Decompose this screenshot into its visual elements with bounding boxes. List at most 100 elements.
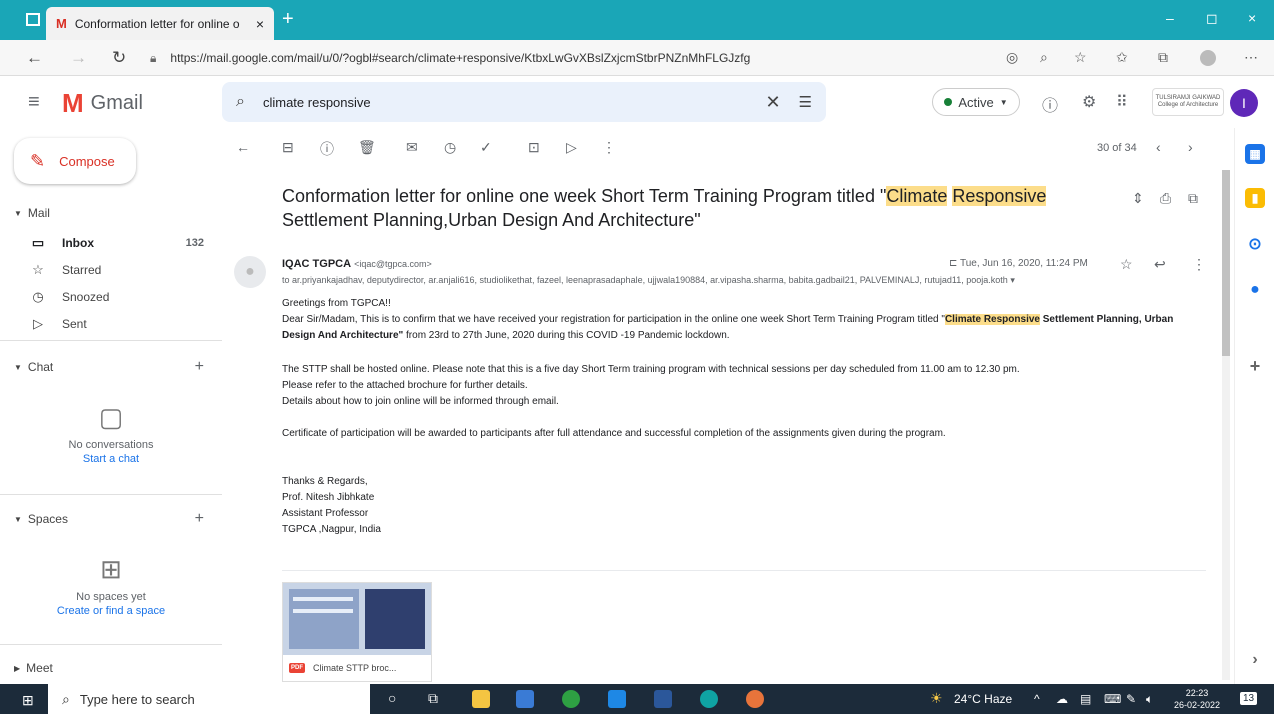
archive-icon[interactable]: ⊟ xyxy=(282,139,294,156)
scrollbar[interactable] xyxy=(1222,170,1230,680)
show-side-panel-icon[interactable]: › xyxy=(1245,650,1265,670)
tab-actions-icon[interactable] xyxy=(26,13,40,26)
calendar-icon[interactable]: ▦ xyxy=(1245,144,1265,164)
spaces-section-header[interactable]: ▼ Spaces + xyxy=(14,510,204,528)
weather-text[interactable]: 24°C Haze xyxy=(954,692,1012,706)
label-icon[interactable]: ▷ xyxy=(566,139,577,156)
snooze-icon[interactable]: ◷ xyxy=(444,139,456,156)
notifications-badge[interactable]: 13 xyxy=(1240,692,1258,705)
search-icon[interactable]: ⌕ xyxy=(236,93,245,111)
url-field[interactable]: 🔒︎ https://mail.google.com/mail/u/0/?ogb… xyxy=(150,46,1010,70)
window-close-icon[interactable]: × xyxy=(1248,10,1256,26)
star-message-icon[interactable]: ☆ xyxy=(1120,256,1133,273)
mail-section-header[interactable]: ▼ Mail xyxy=(14,206,204,220)
move-to-icon[interactable]: ⊡ xyxy=(528,139,540,156)
zoom-icon[interactable]: ⌕ xyxy=(1040,49,1048,66)
recipients-line[interactable]: to ar.priyankajadhav, deputydirector, ar… xyxy=(282,275,1015,286)
search-bar[interactable]: ⌕ climate responsive ✕ ☰ xyxy=(222,82,826,122)
edge-icon[interactable] xyxy=(700,690,718,708)
gmail-logo[interactable]: M Gmail xyxy=(62,88,143,119)
taskbar-search[interactable]: ⌕ Type here to search xyxy=(48,684,370,714)
apps-grid-icon[interactable]: ⠿ xyxy=(1116,92,1128,112)
word-icon[interactable] xyxy=(654,690,672,708)
search-options-icon[interactable]: ☰ xyxy=(799,93,812,111)
signature-line-4: TGPCA ,Nagpur, India xyxy=(282,524,381,535)
delete-icon[interactable]: 🗑︎ xyxy=(358,139,376,156)
browser-tab[interactable]: M Conformation letter for online o × xyxy=(46,7,274,40)
sidebar-item-starred[interactable]: ☆ Starred xyxy=(28,257,204,283)
tab-close-icon[interactable]: × xyxy=(256,16,264,32)
compose-button[interactable]: ✎ Compose xyxy=(14,138,136,184)
minimize-icon[interactable]: – xyxy=(1166,10,1174,26)
print-icon[interactable]: ⎙ xyxy=(1160,190,1171,207)
newer-icon[interactable]: ‹ xyxy=(1156,139,1161,155)
tasks-icon[interactable]: ⊙ xyxy=(1245,234,1265,254)
org-logo: TULSIRAMJI GAIKWAD College of Architectu… xyxy=(1152,88,1224,116)
mark-unread-icon[interactable]: ✉ xyxy=(406,139,418,156)
add-task-icon[interactable]: ✓ xyxy=(480,139,492,156)
read-aloud-icon[interactable]: ◎ xyxy=(1006,49,1018,66)
profile-icon[interactable] xyxy=(1200,50,1216,66)
report-spam-icon[interactable]: ⓘ xyxy=(320,139,334,159)
sender-email: <iqac@tgpca.com> xyxy=(354,259,432,269)
back-icon[interactable]: ← xyxy=(26,48,43,68)
scrollbar-thumb[interactable] xyxy=(1222,170,1230,356)
new-space-icon[interactable]: + xyxy=(195,510,204,528)
sidebar-item-inbox[interactable]: ▭ Inbox 132 xyxy=(28,230,204,256)
pen-icon[interactable]: ✎ xyxy=(1126,692,1136,706)
account-avatar[interactable]: I xyxy=(1230,89,1258,117)
refresh-icon[interactable]: ↻ xyxy=(112,48,126,68)
mail-app-icon[interactable] xyxy=(608,690,626,708)
weather-icon[interactable]: ☀ xyxy=(930,690,943,707)
attachment-label: PDF Climate STTP broc... xyxy=(289,663,396,673)
tray-expand-icon[interactable]: ^ xyxy=(1034,692,1040,706)
contacts-icon[interactable]: ● xyxy=(1245,280,1265,300)
more-icon[interactable]: ⋯ xyxy=(1244,49,1258,66)
favorites-list-icon[interactable]: ✩ xyxy=(1116,49,1128,66)
more-options-icon[interactable]: ⋮ xyxy=(602,139,616,156)
cortana-icon[interactable]: ○ xyxy=(388,690,396,706)
main-menu-icon[interactable]: ≡ xyxy=(28,91,40,114)
restore-icon[interactable]: ◻ xyxy=(1206,10,1218,27)
forward-icon[interactable]: → xyxy=(70,48,87,68)
settings-gear-icon[interactable]: ⚙ xyxy=(1082,92,1096,112)
chrome-icon[interactable] xyxy=(562,690,580,708)
chat-section-header[interactable]: ▼ Chat + xyxy=(14,358,204,376)
reply-icon[interactable]: ↩ xyxy=(1154,256,1166,273)
caret-down-icon: ▼ xyxy=(14,514,22,524)
search-input[interactable]: climate responsive xyxy=(263,95,765,110)
support-icon[interactable]: ⓘ xyxy=(1042,92,1058,116)
clock[interactable]: 22:23 26-02-2022 xyxy=(1174,687,1220,711)
onedrive-icon[interactable]: ☁ xyxy=(1056,692,1068,706)
inbox-icon: ▭ xyxy=(31,235,45,250)
store-icon[interactable] xyxy=(516,690,534,708)
new-chat-icon[interactable]: + xyxy=(195,358,204,376)
open-new-window-icon[interactable]: ⧉ xyxy=(1188,190,1198,207)
task-view-icon[interactable]: ⧉ xyxy=(428,690,438,707)
app-icon[interactable] xyxy=(746,690,764,708)
windows-start-icon[interactable]: ⊞ xyxy=(22,692,34,709)
volume-icon[interactable]: 🔈︎ xyxy=(1146,692,1153,707)
get-addons-icon[interactable]: + xyxy=(1245,356,1265,376)
expand-all-icon[interactable]: ⇕ xyxy=(1132,190,1144,207)
tab-title: Conformation letter for online o xyxy=(74,16,240,31)
meet-section-header[interactable]: ▶ Meet xyxy=(14,661,204,675)
file-explorer-icon[interactable] xyxy=(472,690,490,708)
message-more-icon[interactable]: ⋮ xyxy=(1192,256,1206,273)
keep-icon[interactable]: ▮ xyxy=(1245,188,1265,208)
favorite-icon[interactable]: ☆ xyxy=(1074,49,1087,66)
older-icon[interactable]: › xyxy=(1188,139,1193,155)
clear-search-icon[interactable]: ✕ xyxy=(765,92,780,113)
status-dropdown[interactable]: Active ▼ xyxy=(932,88,1020,116)
network-icon[interactable]: ▤ xyxy=(1080,692,1091,706)
create-space-link[interactable]: Create or find a space xyxy=(0,605,222,617)
start-chat-link[interactable]: Start a chat xyxy=(0,453,222,465)
spaces-label: Spaces xyxy=(27,512,68,526)
back-to-search-icon[interactable]: ← xyxy=(236,139,250,155)
collections-icon[interactable]: ⧉ xyxy=(1158,49,1168,66)
sidebar-item-snoozed[interactable]: ◷ Snoozed xyxy=(28,284,204,310)
new-tab-button[interactable]: + xyxy=(282,8,294,31)
language-icon[interactable]: ⌨ xyxy=(1104,692,1121,706)
attachment-card[interactable]: PDF Climate STTP broc... xyxy=(282,582,432,682)
sidebar-item-sent[interactable]: ▷ Sent xyxy=(28,311,204,337)
